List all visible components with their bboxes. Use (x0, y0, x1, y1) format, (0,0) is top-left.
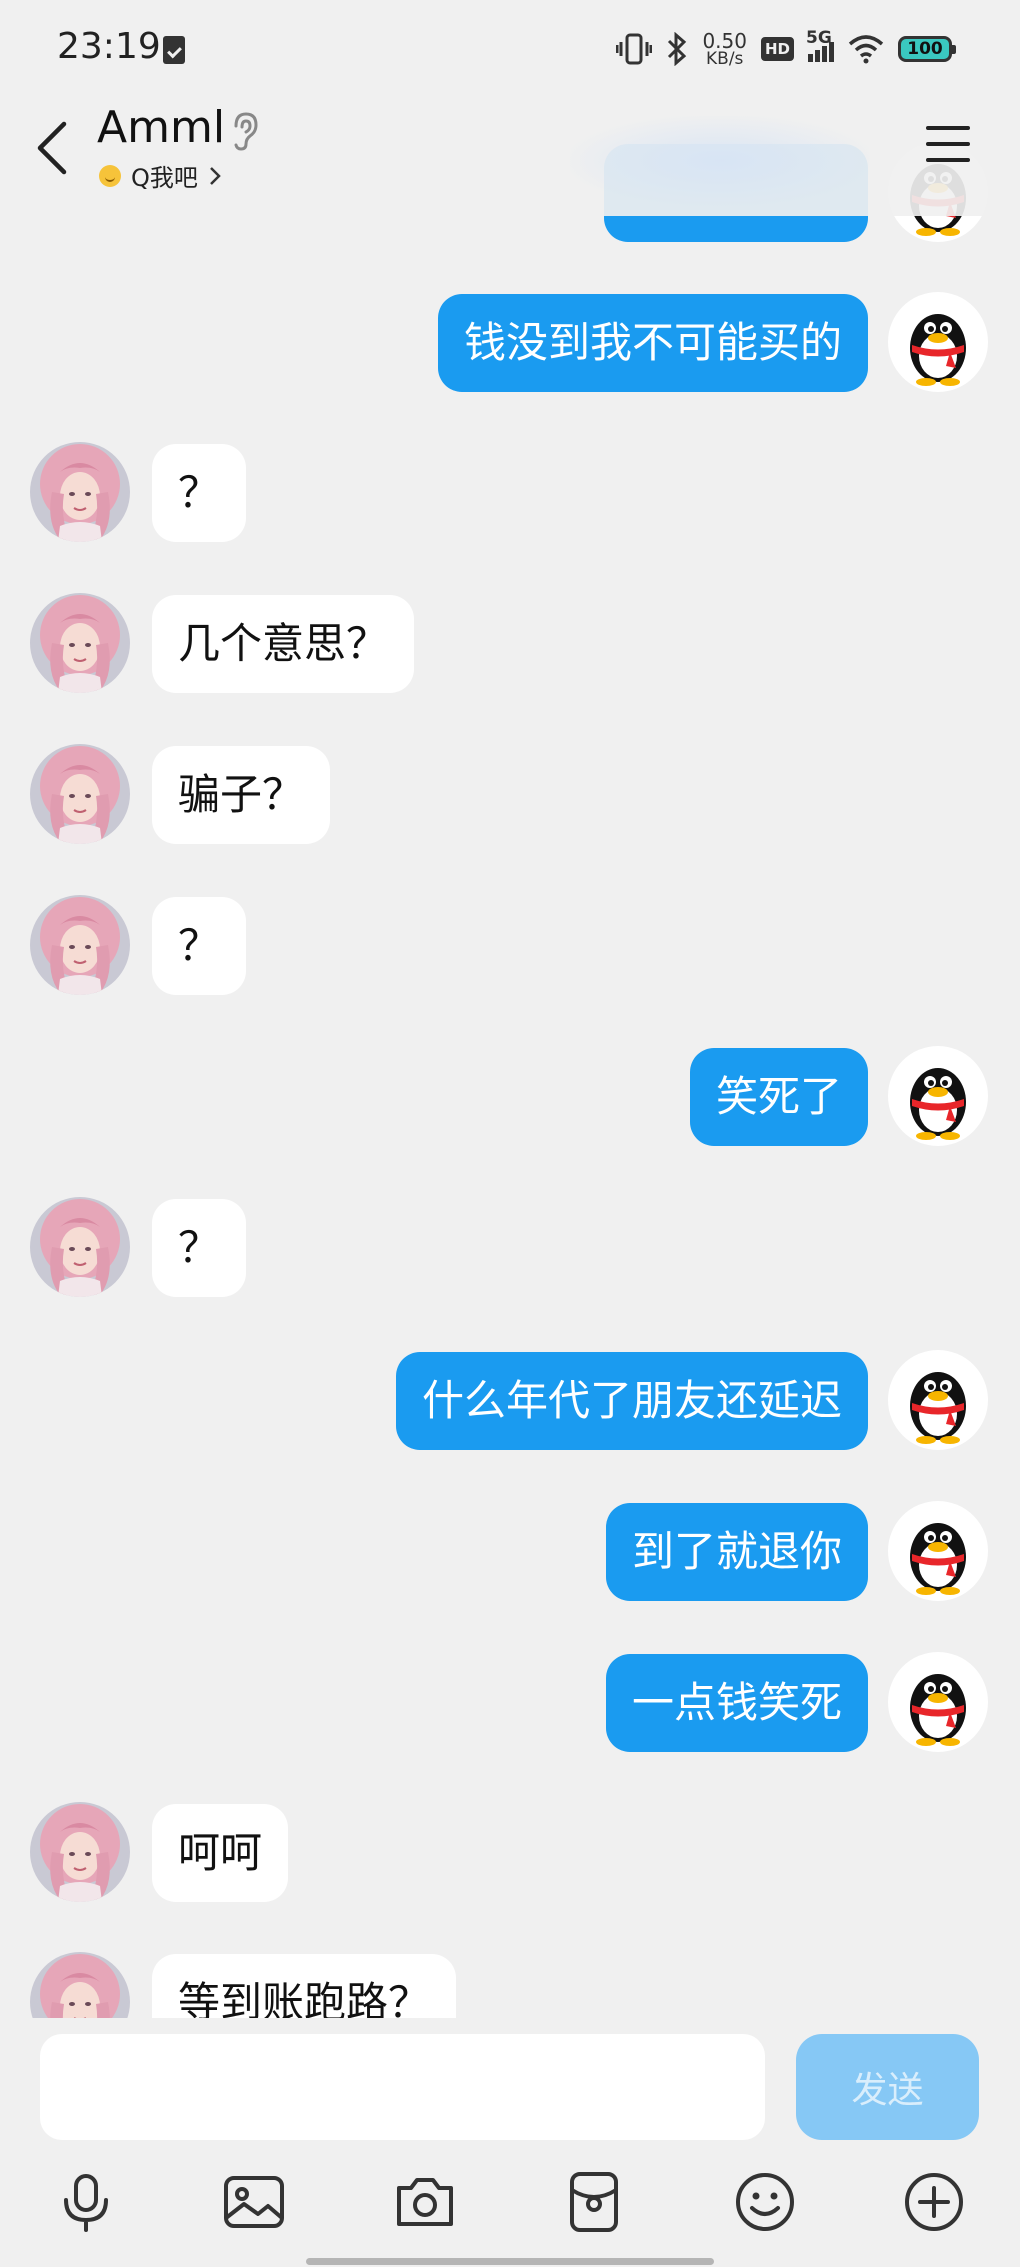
input-area: 发送 (0, 2018, 1020, 2267)
plus-icon[interactable] (902, 2170, 966, 2234)
network-speed: 0.50 KB/s (702, 31, 747, 68)
message-row: 一点钱笑死 (0, 1652, 1020, 1756)
message-bubble[interactable]: 呵呵 (152, 1804, 289, 1902)
my-penguin-avatar[interactable] (888, 1046, 988, 1146)
vibrate-icon (616, 33, 653, 65)
status-bar: 23:19 0.50 KB/s HD 5G 100 (0, 0, 1020, 96)
chevron-right-icon (210, 166, 221, 185)
message-row: 等到账跑路？ (0, 1952, 1020, 2020)
camera-icon[interactable] (393, 2170, 457, 2234)
microphone-icon[interactable] (54, 2170, 118, 2234)
message-row: ？ (0, 895, 1020, 999)
message-bubble[interactable]: 等到账跑路？ (152, 1954, 457, 2020)
contact-name[interactable]: Amml (97, 102, 225, 153)
smiley-emoji-icon (99, 164, 121, 187)
wifi-icon (848, 35, 884, 64)
message-bubble[interactable]: 什么年代了朋友还延迟 (395, 1352, 868, 1450)
my-penguin-avatar[interactable] (888, 1652, 988, 1752)
hd-badge: HD (760, 37, 794, 61)
red-packet-icon[interactable] (562, 2170, 626, 2234)
contact-avatar[interactable] (30, 1952, 130, 2020)
chat-header: Amml Q我吧 (0, 96, 1020, 216)
image-icon[interactable] (222, 2170, 286, 2234)
presence-label: Q我吧 (131, 164, 198, 192)
network-speed-value: 0.50 (702, 28, 747, 53)
cellular-signal: 5G (806, 28, 834, 62)
message-bubble[interactable]: 一点钱笑死 (605, 1654, 868, 1752)
home-indicator[interactable] (306, 2258, 714, 2265)
message-bubble[interactable]: 笑死了 (689, 1048, 868, 1146)
message-bubble[interactable]: 到了就退你 (605, 1503, 868, 1601)
my-penguin-avatar[interactable] (888, 1501, 988, 1601)
message-bubble[interactable]: ？ (152, 1199, 247, 1297)
battery-indicator: 100 (898, 36, 956, 62)
contact-avatar[interactable] (30, 744, 130, 844)
message-row: 骗子？ (0, 744, 1020, 848)
emoji-icon[interactable] (733, 2170, 797, 2234)
network-type: 5G (806, 28, 832, 48)
send-button[interactable]: 发送 (796, 2034, 979, 2140)
presence-status[interactable]: Q我吧 (99, 158, 222, 193)
blurred-region (570, 116, 870, 206)
contact-avatar[interactable] (30, 442, 130, 542)
my-penguin-avatar[interactable] (888, 1350, 988, 1450)
message-row: ？ (0, 1197, 1020, 1301)
message-input[interactable] (40, 2034, 765, 2140)
message-bubble[interactable]: 骗子？ (152, 746, 331, 844)
my-penguin-avatar[interactable] (888, 292, 988, 392)
message-list[interactable]: 钱没到我不可能买的 ？ 几个意思？ 骗子？ ？ 笑死了 ？ 什么年代了朋友还延迟… (0, 0, 1020, 2020)
bluetooth-icon (668, 32, 687, 66)
contact-avatar[interactable] (30, 895, 130, 995)
status-icons: 0.50 KB/s HD 5G 100 (616, 24, 956, 74)
message-row: ？ (0, 442, 1020, 546)
clipboard-check-icon (163, 36, 185, 64)
message-bubble[interactable]: 几个意思？ (152, 595, 415, 693)
contact-avatar[interactable] (30, 1802, 130, 1902)
message-row: 钱没到我不可能买的 (0, 292, 1020, 396)
back-arrow-icon[interactable] (30, 112, 80, 182)
contact-avatar[interactable] (30, 1197, 130, 1297)
network-speed-unit: KB/s (706, 48, 744, 69)
message-row: 呵呵 (0, 1802, 1020, 1906)
message-row: 几个意思？ (0, 593, 1020, 697)
menu-icon[interactable] (924, 122, 972, 166)
message-row: 什么年代了朋友还延迟 (0, 1350, 1020, 1454)
message-row: 笑死了 (0, 1046, 1020, 1150)
message-bubble[interactable]: ？ (152, 444, 247, 542)
message-bubble[interactable]: ？ (152, 897, 247, 995)
message-row: 到了就退你 (0, 1501, 1020, 1605)
contact-avatar[interactable] (30, 593, 130, 693)
status-time: 23:19 (57, 26, 161, 67)
message-bubble[interactable]: 钱没到我不可能买的 (437, 294, 868, 392)
ear-icon[interactable] (228, 110, 262, 152)
